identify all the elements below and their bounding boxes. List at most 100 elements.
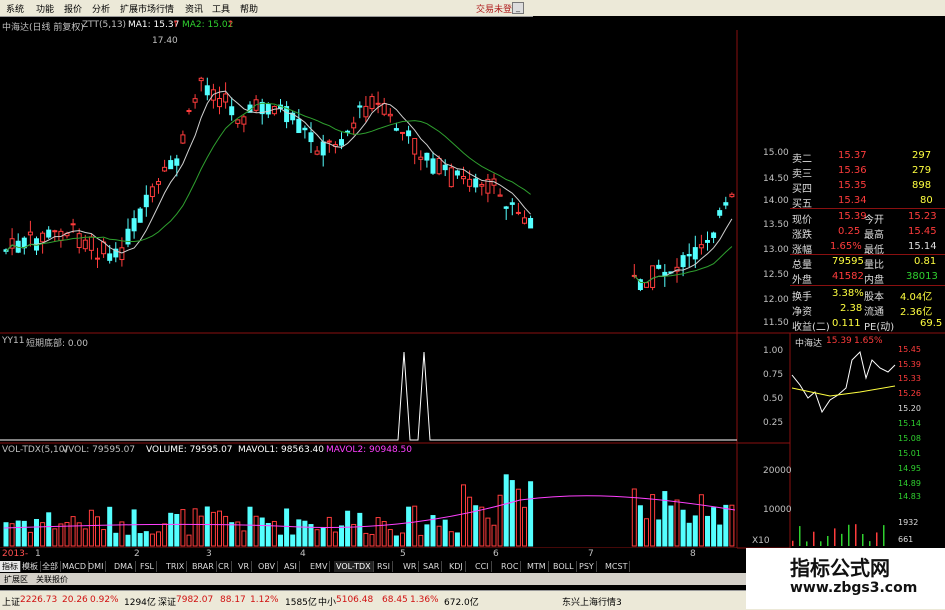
- mini-y-tick: 15.20: [898, 404, 921, 413]
- tab-vol-tdx[interactable]: VOL-TDX: [334, 561, 374, 572]
- volume-bar: [248, 507, 252, 546]
- month-tick: 4: [300, 549, 306, 559]
- tab-rsi[interactable]: RSI: [375, 561, 393, 572]
- tab-vr[interactable]: VR: [236, 561, 252, 572]
- candle-body: [474, 179, 478, 187]
- stat-label: 涨跌: [792, 226, 812, 241]
- watermark: 指标公式网 www.zbgs3.com: [746, 548, 945, 609]
- watermark-url: www.zbgs3.com: [790, 580, 917, 596]
- volume-bar: [71, 517, 75, 546]
- volume-bar: [504, 475, 508, 546]
- tab-mcst[interactable]: MCST: [603, 561, 630, 572]
- tab-fsl[interactable]: FSL: [138, 561, 157, 572]
- intraday-volume-bar: [813, 532, 815, 546]
- candle-body: [699, 245, 703, 248]
- volume-bar: [303, 521, 307, 546]
- tab-roc[interactable]: ROC: [499, 561, 521, 572]
- stat-value: 3.38%: [832, 288, 864, 299]
- candle-body: [529, 218, 533, 227]
- stat-value: 69.5: [920, 318, 942, 329]
- candle-body: [718, 211, 722, 216]
- tab-dmi[interactable]: DMI: [86, 561, 106, 572]
- watermark-title: 指标公式网: [790, 552, 890, 581]
- tab-boll[interactable]: BOLL: [551, 561, 577, 572]
- candle-body: [193, 99, 197, 103]
- mavol-line: [4, 496, 735, 528]
- intraday-volume-bar: [855, 524, 857, 546]
- tab-全部[interactable]: 全部: [40, 561, 61, 572]
- candle-body: [394, 129, 398, 131]
- candlestick-series: [4, 77, 734, 291]
- volume-bar: [706, 516, 710, 546]
- volume-bar: [681, 510, 685, 546]
- candle-body: [712, 233, 716, 237]
- y-tick: 11.50: [763, 318, 789, 328]
- volume-bar: [340, 526, 344, 546]
- y-tick: 14.00: [763, 196, 789, 206]
- tab-cr[interactable]: CR: [216, 561, 232, 572]
- month-tick: 5: [400, 549, 406, 559]
- tab-指标[interactable]: 指标: [0, 561, 21, 572]
- intraday-volume-bar: [883, 525, 885, 546]
- tab-related-quote[interactable]: 关联报价: [36, 574, 68, 585]
- candle-body: [401, 132, 405, 133]
- candle-body: [309, 133, 313, 142]
- stat-label: 量比: [864, 256, 884, 271]
- intraday-volume-bar: [862, 534, 864, 546]
- tab-macd[interactable]: MACD: [60, 561, 89, 572]
- volume-bar: [47, 513, 51, 546]
- candle-body: [236, 120, 240, 124]
- volume-bar: [22, 521, 26, 546]
- volume-bars: [4, 475, 735, 546]
- volume-bar: [181, 510, 185, 546]
- candle-body: [199, 78, 203, 80]
- volume-bar: [419, 535, 423, 546]
- volume-bar: [315, 530, 319, 546]
- month-tick: 7: [588, 549, 594, 559]
- candle-body: [516, 212, 520, 213]
- tab-brar[interactable]: BRAR: [190, 561, 217, 572]
- tab-mtm[interactable]: MTM: [525, 561, 549, 572]
- tab-kdj[interactable]: KDJ: [447, 561, 466, 572]
- tab-dma[interactable]: DMA: [112, 561, 136, 572]
- volume-bar: [455, 533, 459, 546]
- volume-bar: [669, 506, 673, 546]
- volume-bar: [358, 513, 362, 546]
- tab-psy[interactable]: PSY: [577, 561, 597, 572]
- data-source[interactable]: 东兴上海行情3: [562, 595, 622, 608]
- tab-extension-area[interactable]: 扩展区: [4, 574, 28, 585]
- mavol1-label: MAVOL1: 98563.40: [238, 445, 324, 455]
- candle-body: [449, 168, 453, 187]
- volume-bar: [413, 506, 417, 546]
- tab-cci[interactable]: CCI: [473, 561, 492, 572]
- stat-label: 净资: [792, 303, 812, 318]
- volume-bar: [272, 521, 276, 546]
- date-year: 2013-: [2, 549, 28, 559]
- tab-obv[interactable]: OBV: [256, 561, 278, 572]
- stat-value: 0.81: [914, 256, 936, 267]
- candle-body: [407, 131, 411, 136]
- intraday-average-line: [792, 386, 895, 396]
- candle-body: [346, 131, 350, 132]
- tab-sar[interactable]: SAR: [421, 561, 442, 572]
- tab-trix[interactable]: TRIX: [164, 561, 187, 572]
- tab-模板[interactable]: 模板: [20, 561, 41, 572]
- stat-label: 内盘: [864, 271, 884, 286]
- volume-bar: [529, 482, 533, 546]
- stat-value: 79595: [832, 256, 864, 267]
- quote-value: 15.35: [838, 180, 867, 191]
- stat-label: PE(动): [864, 318, 894, 333]
- tab-emv[interactable]: EMV: [308, 561, 330, 572]
- volume-bar: [480, 507, 484, 546]
- volume-bar: [401, 533, 405, 546]
- tab-asi[interactable]: ASI: [282, 561, 300, 572]
- y-tick: 13.00: [763, 245, 789, 255]
- volume-bar: [10, 524, 14, 546]
- volume-label: VOLUME: 79595.07: [146, 445, 233, 455]
- candle-body: [498, 195, 502, 196]
- tab-wr[interactable]: WR: [401, 561, 419, 572]
- index-pct: 0.92%: [90, 595, 119, 605]
- candle-body: [163, 167, 167, 171]
- candle-body: [340, 140, 344, 146]
- mini-y-tick: 14.89: [898, 479, 921, 488]
